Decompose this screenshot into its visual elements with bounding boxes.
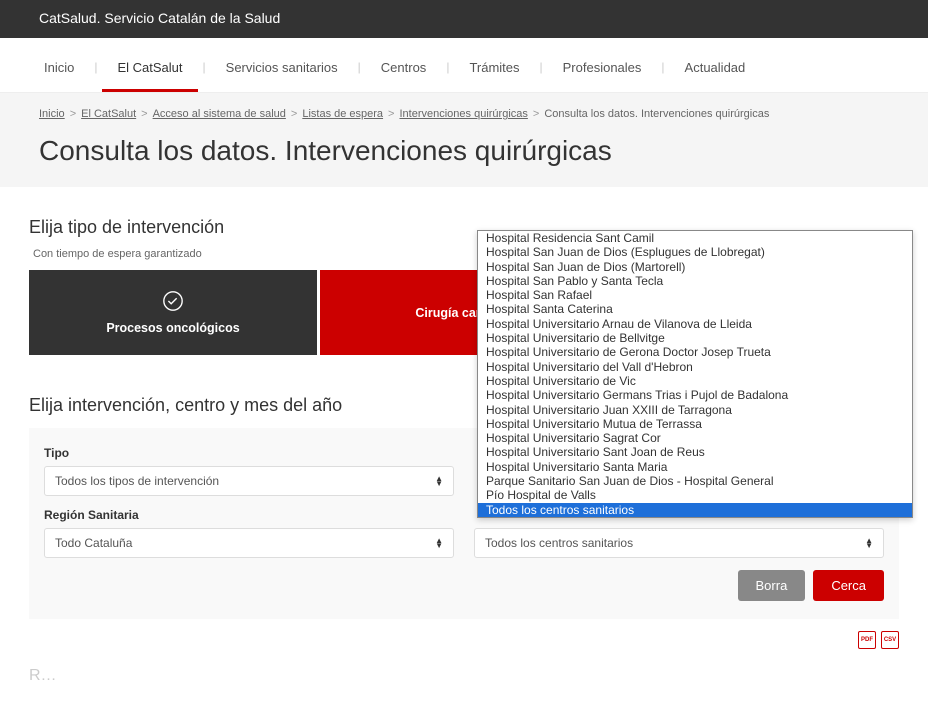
breadcrumb-band: Inicio > El CatSalut > Acceso al sistema de … [0,93,928,187]
dropdown-item[interactable]: Hospital Universitario Germans Trias i P… [478,388,912,402]
breadcrumb-item[interactable]: Listas de espera [302,108,383,120]
nav-separator: | [441,52,454,92]
nav-item-trámites[interactable]: Trámites [454,52,534,92]
dropdown-item[interactable]: Hospital Universitario de Gerona Doctor … [478,345,912,359]
dropdown-item[interactable]: Parque Sanitario San Juan de Dios - Hosp… [478,474,912,488]
dropdown-item[interactable]: Hospital Universitario Mutua de Terrassa [478,417,912,431]
nav-separator: | [656,52,669,92]
dropdown-item[interactable]: Todos los centros sanitarios [478,503,912,517]
breadcrumb-separator: > [141,108,147,120]
dropdown-item[interactable]: Hospital Universitario Santa Maria [478,460,912,474]
dropdown-item[interactable]: Hospital San Juan de Dios (Esplugues de … [478,245,912,259]
dropdown-item[interactable]: Hospital Universitario Sant Joan de Reus [478,445,912,459]
tab-label: Procesos oncológicos [106,321,239,335]
breadcrumb-separator: > [70,108,76,120]
dropdown-item[interactable]: Hospital Universitario Juan XXIII de Tar… [478,403,912,417]
dropdown-item[interactable]: Pío Hospital de Valls [478,488,912,502]
tipo-value: Todos los tipos de intervención [55,474,219,488]
dropdown-item[interactable]: Hospital Universitario Arnau de Vilanova… [478,317,912,331]
breadcrumb: Inicio > El CatSalut > Acceso al sistema de … [39,108,889,120]
nav-separator: | [353,52,366,92]
tipo-label: Tipo [44,446,454,460]
page-title: Consulta los datos. Intervenciones quirú… [39,135,889,167]
nav-item-inicio[interactable]: Inicio [29,52,89,92]
intervention-tab[interactable]: Procesos oncológicos [29,270,317,355]
nav-item-actualidad[interactable]: Actualidad [670,52,761,92]
dropdown-item[interactable]: Hospital San Rafael [478,288,912,302]
breadcrumb-item: Consulta los datos. Intervenciones quirú… [544,108,769,120]
updown-icon: ▲▼ [435,476,443,486]
dropdown-item[interactable]: Hospital Universitario del Vall d'Hebron [478,360,912,374]
nav-item-el-catsalut[interactable]: El CatSalut [102,52,197,92]
export-row: PDF CSV [29,631,899,649]
breadcrumb-item[interactable]: El CatSalut [81,108,136,120]
dropdown-item[interactable]: Hospital Universitario de Vic [478,374,912,388]
main-nav: Inicio|El CatSalut|Servicios sanitarios|… [0,38,928,93]
nav-separator: | [535,52,548,92]
centro-select[interactable]: Todos los centros sanitarios ▲▼ [474,528,884,558]
dropdown-item[interactable]: Hospital San Pablo y Santa Tecla [478,274,912,288]
dropdown-item[interactable]: Hospital San Juan de Dios (Martorell) [478,260,912,274]
breadcrumb-separator: > [388,108,394,120]
breadcrumb-item[interactable]: Acceso al sistema de salud [153,108,286,120]
nav-item-centros[interactable]: Centros [366,52,442,92]
breadcrumb-item[interactable]: Intervenciones quirúrgicas [399,108,527,120]
centro-dropdown[interactable]: Hospital Residencia Sant CamilHospital S… [477,230,913,518]
region-label: Región Sanitaria [44,508,454,522]
tipo-select[interactable]: Todos los tipos de intervención ▲▼ [44,466,454,496]
results-heading: R… [29,667,899,685]
search-button[interactable]: Cerca [813,570,884,601]
nav-item-servicios-sanitarios[interactable]: Servicios sanitarios [211,52,353,92]
export-csv-icon[interactable]: CSV [881,631,899,649]
clear-button[interactable]: Borra [738,570,806,601]
breadcrumb-item[interactable]: Inicio [39,108,65,120]
dropdown-item[interactable]: Hospital Residencia Sant Camil [478,231,912,245]
export-pdf-icon[interactable]: PDF [858,631,876,649]
nav-separator: | [89,52,102,92]
centro-value: Todos los centros sanitarios [485,536,633,550]
breadcrumb-separator: > [533,108,539,120]
dropdown-item[interactable]: Hospital Universitario Sagrat Cor [478,431,912,445]
nav-separator: | [198,52,211,92]
dropdown-item[interactable]: Hospital Universitario de Bellvitge [478,331,912,345]
nav-item-profesionales[interactable]: Profesionales [548,52,657,92]
topbar: CatSalud. Servicio Catalán de la Salud [0,0,928,38]
region-select[interactable]: Todo Cataluña ▲▼ [44,528,454,558]
updown-icon: ▲▼ [435,538,443,548]
check-circle-icon [162,290,184,315]
dropdown-item[interactable]: Hospital Santa Caterina [478,302,912,316]
topbar-title: CatSalud. Servicio Catalán de la Salud [39,10,280,26]
region-value: Todo Cataluña [55,536,132,550]
updown-icon: ▲▼ [865,538,873,548]
breadcrumb-separator: > [291,108,297,120]
